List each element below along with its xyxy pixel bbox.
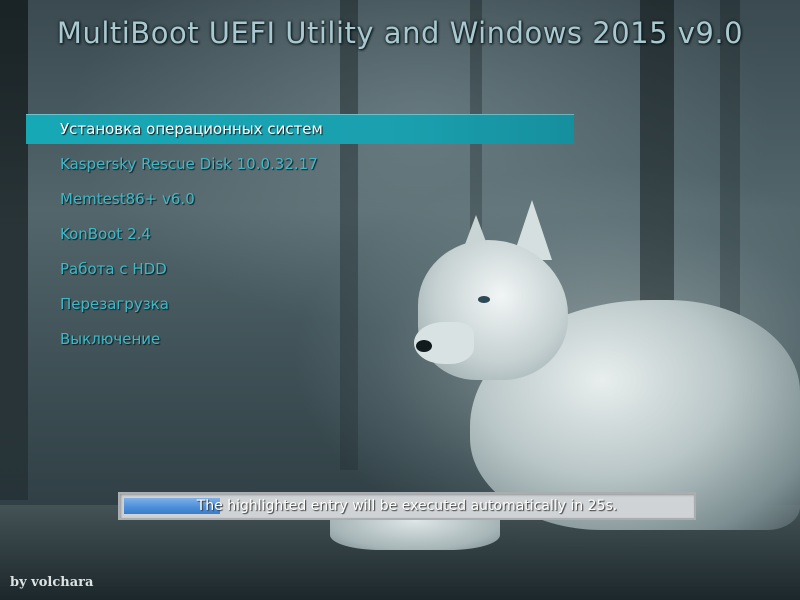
menu-item-label: Memtest86+ v6.0 <box>60 190 195 208</box>
menu-item-kaspersky-rescue[interactable]: Kaspersky Rescue Disk 10.0.32.17 <box>26 149 574 179</box>
menu-item-konboot[interactable]: KonBoot 2.4 <box>26 219 574 249</box>
menu-item-label: Выключение <box>60 330 161 348</box>
timeout-progress-bar: The highlighted entry will be executed a… <box>118 492 696 520</box>
author-credit: by volchara <box>10 575 94 590</box>
menu-item-reboot[interactable]: Перезагрузка <box>26 289 574 319</box>
menu-item-label: Kaspersky Rescue Disk 10.0.32.17 <box>60 155 318 173</box>
menu-item-memtest[interactable]: Memtest86+ v6.0 <box>26 184 574 214</box>
wallpaper-tree <box>0 0 28 500</box>
menu-item-install-os[interactable]: Установка операционных систем <box>26 114 574 144</box>
menu-item-label: KonBoot 2.4 <box>60 225 151 243</box>
menu-item-label: Работа с HDD <box>60 260 167 278</box>
menu-item-label: Перезагрузка <box>60 295 169 313</box>
menu-item-hdd-tools[interactable]: Работа с HDD <box>26 254 574 284</box>
menu-item-label: Установка операционных систем <box>60 120 323 138</box>
boot-menu-title: MultiBoot UEFI Utility and Windows 2015 … <box>56 16 744 50</box>
menu-item-shutdown[interactable]: Выключение <box>26 324 574 354</box>
boot-menu: Установка операционных систем Kaspersky … <box>26 114 574 359</box>
timeout-message: The highlighted entry will be executed a… <box>196 498 618 514</box>
